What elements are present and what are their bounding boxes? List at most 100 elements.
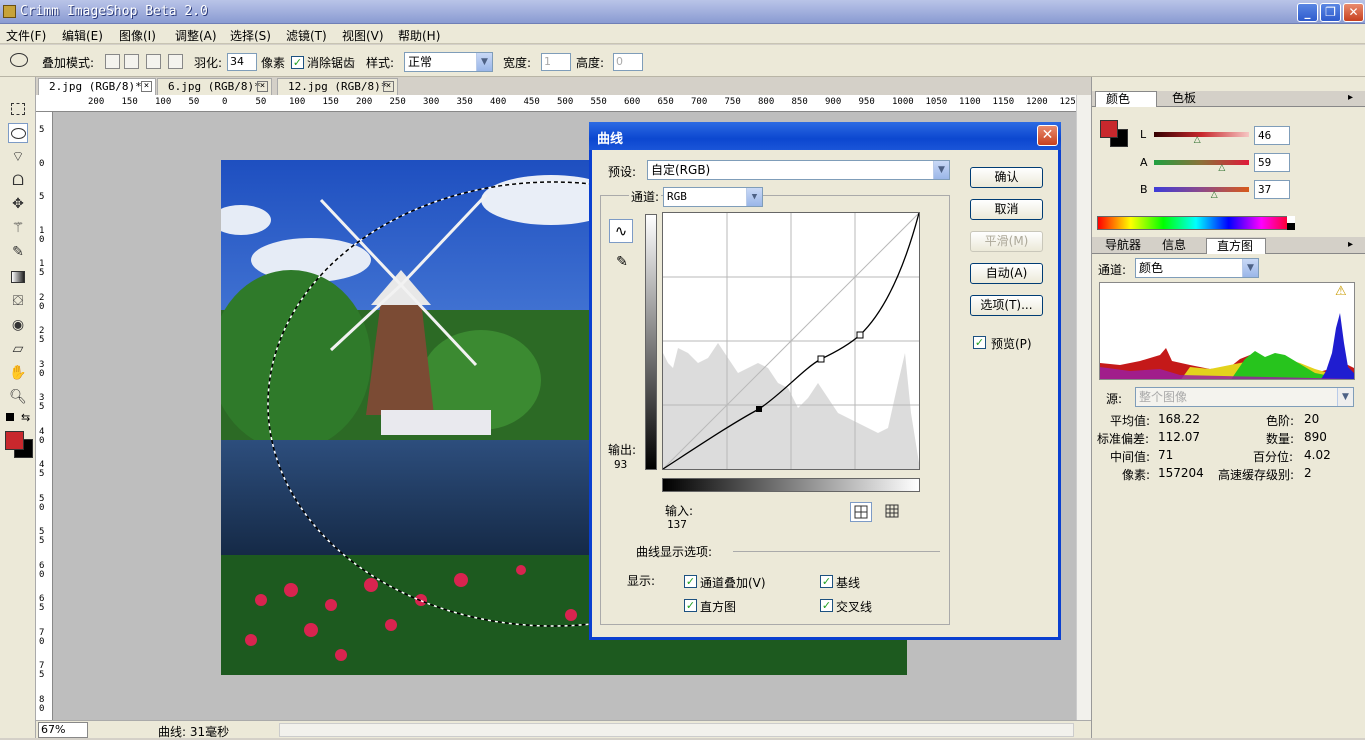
pixels-value: 157204 (1158, 466, 1204, 480)
auto-button[interactable]: 自动(A) (970, 263, 1043, 284)
curve-point-tool-icon[interactable]: ∿ (609, 219, 633, 243)
close-tab-icon[interactable]: × (383, 81, 394, 92)
grid-4x4-icon[interactable] (850, 502, 872, 522)
tab-navigator[interactable]: 导航器 (1095, 238, 1150, 254)
mode-add-selection-icon[interactable] (124, 54, 139, 69)
tab-swatches[interactable]: 色板 (1162, 91, 1214, 107)
red-eye-tool-icon[interactable]: ◉ (8, 315, 28, 335)
std-label: 标准偏差: (1097, 432, 1150, 446)
eyedropper-tool-icon[interactable]: ✎ (8, 242, 28, 262)
menu-filter[interactable]: 滤镜(T) (286, 27, 327, 44)
zoom-input[interactable]: 67% (38, 722, 88, 738)
ruler-tick-label: 250 (389, 97, 406, 107)
menu-adjust[interactable]: 调整(A) (175, 27, 217, 44)
channel-overlay-checkbox[interactable]: ✓ (684, 575, 697, 588)
feather-input[interactable]: 34 (227, 53, 257, 71)
grid-10x10-icon[interactable] (882, 502, 904, 522)
histogram-checkbox[interactable]: ✓ (684, 599, 697, 612)
ruler-tick-label: 5 0 (39, 493, 45, 513)
L-slider[interactable] (1154, 132, 1249, 137)
height-label: 高度: (576, 56, 605, 70)
swap-colors-icon[interactable]: ⇆ (21, 411, 30, 424)
height-input[interactable]: 0 (613, 53, 643, 71)
gradient-tool-icon[interactable] (8, 267, 28, 287)
pencil-tool-icon[interactable]: ✎ (610, 250, 634, 274)
options-bar: 叠加模式: 羽化: 34 像素 ✓ 消除锯齿 样式: 正常 ▼ 宽度: 1 高度:… (0, 45, 1365, 77)
tab-color[interactable]: 颜色 (1095, 91, 1157, 107)
A-slider[interactable] (1154, 160, 1249, 165)
paint-bucket-tool-icon[interactable]: ⛋ (8, 291, 28, 311)
panel-menu-icon[interactable]: ▸ (1348, 239, 1353, 250)
ruler-tick-label: 900 (825, 97, 842, 107)
lasso-tool-icon[interactable]: ᗝ (8, 171, 28, 191)
polygon-lasso-tool-icon[interactable]: ⌔ (8, 147, 28, 167)
menu-file[interactable]: 文件(F) (6, 27, 46, 44)
tab-histogram[interactable]: 直方图 (1206, 238, 1266, 254)
mode-intersect-selection-icon[interactable] (168, 54, 183, 69)
menu-select[interactable]: 选择(S) (230, 27, 271, 44)
mode-subtract-selection-icon[interactable] (146, 54, 161, 69)
zoom-tool-icon[interactable]: 🔍︎ (8, 387, 28, 407)
ruler-tick-label: 450 (523, 97, 540, 107)
minimize-button[interactable]: _ (1297, 3, 1318, 22)
B-input[interactable]: 37 (1254, 180, 1290, 199)
dialog-titlebar[interactable]: 曲线 ✕ (589, 122, 1061, 150)
warning-icon[interactable]: ⚠ (1335, 284, 1347, 299)
channel-select[interactable]: RGB ▼ (663, 187, 763, 207)
ellipse-marquee-tool-icon[interactable] (8, 123, 28, 143)
menu-edit[interactable]: 编辑(E) (62, 27, 103, 44)
menu-view[interactable]: 视图(V) (342, 27, 384, 44)
dialog-close-button[interactable]: ✕ (1037, 125, 1058, 146)
ellipse-tool-preset-icon[interactable] (10, 53, 28, 67)
foreground-color-swatch[interactable] (5, 431, 24, 450)
tab-12jpg[interactable]: 12.jpg (RGB/8)* × (277, 78, 398, 95)
source-select[interactable]: 整个图像 ▼ (1135, 387, 1354, 407)
antialias-checkbox[interactable]: ✓ (291, 56, 304, 69)
menu-image[interactable]: 图像(I) (119, 27, 156, 44)
eraser-tool-icon[interactable]: ▱ (8, 339, 28, 359)
ruler-tick-label: 1 5 (39, 259, 45, 278)
A-slider-thumb-icon[interactable]: △ (1218, 163, 1225, 173)
cancel-button[interactable]: 取消 (970, 199, 1043, 220)
black-white-swatch[interactable] (1287, 216, 1295, 230)
close-tab-icon[interactable]: × (257, 81, 268, 92)
magic-wand-tool-icon[interactable]: ⚚ (8, 218, 28, 238)
ruler-tick-label: 400 (490, 97, 507, 107)
ok-button[interactable]: 确认 (970, 167, 1043, 188)
L-slider-thumb-icon[interactable]: △ (1194, 135, 1201, 145)
style-select[interactable]: 正常 ▼ (404, 52, 493, 72)
B-slider-thumb-icon[interactable]: △ (1211, 190, 1218, 200)
tab-info[interactable]: 信息 (1152, 238, 1204, 254)
menu-help[interactable]: 帮助(H) (398, 27, 440, 44)
tab-6jpg[interactable]: 6.jpg (RGB/8)* × (157, 78, 272, 95)
hist-channel-select[interactable]: 颜色 ▼ (1135, 258, 1259, 278)
width-input[interactable]: 1 (541, 53, 571, 71)
rect-marquee-tool-icon[interactable] (8, 99, 28, 119)
crosshair-checkbox[interactable]: ✓ (820, 599, 833, 612)
close-tab-icon[interactable]: × (141, 81, 152, 92)
close-window-button[interactable]: ✕ (1343, 3, 1364, 22)
hand-tool-icon[interactable]: ✋ (8, 363, 28, 383)
options-button[interactable]: 选项(T)... (970, 295, 1043, 316)
preview-checkbox[interactable]: ✓ (973, 336, 986, 349)
horizontal-scrollbar[interactable] (279, 723, 1074, 737)
curves-graph[interactable] (662, 212, 920, 470)
A-input[interactable]: 59 (1254, 153, 1290, 172)
B-slider[interactable] (1154, 187, 1249, 192)
tab-2jpg[interactable]: 2.jpg (RGB/8)* × (38, 78, 156, 95)
preset-select[interactable]: 自定(RGB) ▼ (647, 160, 950, 180)
L-input[interactable]: 46 (1254, 126, 1290, 145)
pixels-label: 像素: (1122, 468, 1151, 482)
color-spectrum-bar[interactable] (1097, 216, 1295, 230)
default-colors-icon[interactable] (6, 413, 14, 421)
baseline-checkbox[interactable]: ✓ (820, 575, 833, 588)
panel-menu-icon[interactable]: ▸ (1348, 92, 1353, 103)
input-gradient-bar (662, 478, 920, 492)
move-tool-icon[interactable]: ✥ (8, 194, 28, 214)
foreground-color-swatch[interactable] (1100, 120, 1118, 138)
smooth-button[interactable]: 平滑(M) (970, 231, 1043, 252)
restore-button[interactable]: ❐ (1320, 3, 1341, 22)
vertical-scrollbar[interactable] (1076, 95, 1091, 720)
mode-new-selection-icon[interactable] (105, 54, 120, 69)
cache-level-label: 高速缓存级别: (1218, 468, 1295, 482)
